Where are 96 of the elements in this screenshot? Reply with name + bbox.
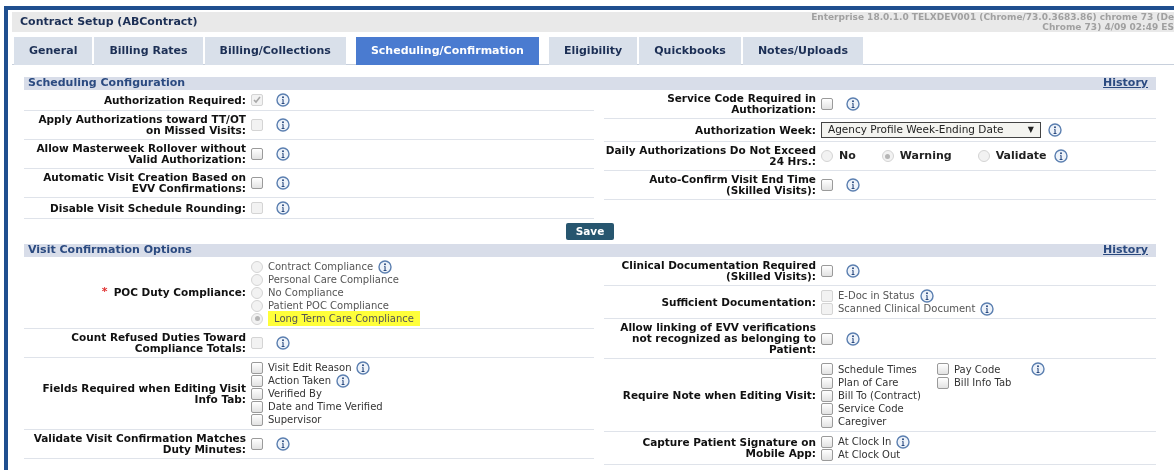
checkbox[interactable]: [251, 148, 263, 160]
option-label: No: [839, 147, 856, 164]
checkbox[interactable]: [937, 363, 949, 375]
checkbox[interactable]: [821, 179, 833, 191]
option-label: At Clock Out: [838, 448, 901, 462]
option-label: Supervisor: [268, 413, 322, 427]
version-text: Enterprise 18.0.1.0 TELXDEV001 (Chrome/73.0.3683.86) chrome 73 (De: [811, 12, 1174, 22]
checkbox[interactable]: [821, 402, 833, 415]
field-label: Automatic Visit Creation Based on EVV Confirmations:: [42, 172, 246, 194]
option-label: Long Term Care Compliance: [268, 311, 420, 326]
checkbox[interactable]: [821, 415, 833, 428]
info-icon[interactable]: [846, 178, 860, 192]
checkbox[interactable]: [821, 332, 833, 345]
info-icon[interactable]: [276, 437, 290, 451]
info-icon[interactable]: [336, 373, 350, 388]
info-icon[interactable]: [896, 434, 911, 449]
checkbox[interactable]: [251, 374, 263, 387]
option-label: Patient POC Compliance: [268, 299, 389, 313]
radio-button[interactable]: [977, 150, 990, 162]
option-label: Schedule Times: [838, 362, 917, 377]
checkbox[interactable]: [937, 376, 949, 389]
section-title: Visit Confirmation Options: [28, 242, 192, 259]
option-label: Validate: [995, 147, 1047, 164]
option-label: Plan of Care: [838, 376, 899, 390]
section-title: Scheduling Configuration: [28, 75, 186, 92]
tab[interactable]: Billing/Collections: [204, 37, 346, 65]
field-label: POC Duty Compliance:: [113, 287, 246, 298]
checkbox[interactable]: [251, 177, 263, 189]
option-label: Warning: [899, 147, 952, 164]
field-label: Fields Required when Editing Visit Info Tab:: [41, 382, 246, 405]
checkbox[interactable]: [821, 265, 833, 277]
tab[interactable]: Notes/Uploads: [742, 37, 863, 65]
tab[interactable]: Eligibility: [548, 37, 638, 65]
info-icon[interactable]: [846, 264, 860, 278]
field-label: Allow Masterweek Rollover without Valid Authorization:: [35, 143, 246, 165]
field-label: Validate Visit Confirmation Matches Duty Minutes:: [32, 433, 246, 455]
option-label: Verified By: [268, 387, 322, 401]
option-label: Bill To (Contract): [838, 389, 921, 403]
radio-button[interactable]: [881, 150, 894, 162]
info-icon[interactable]: [846, 97, 860, 111]
info-icon[interactable]: [1053, 149, 1068, 163]
tab[interactable]: Quickbooks: [639, 37, 741, 65]
info-icon[interactable]: [846, 331, 860, 346]
checkbox[interactable]: [251, 438, 263, 450]
field-label: Auto-Confirm Visit End Time (Skilled Visits):: [648, 174, 816, 196]
checkbox[interactable]: [821, 435, 833, 448]
checkbox[interactable]: [251, 413, 263, 426]
tab[interactable]: Scheduling/Confirmation: [355, 37, 539, 65]
checkbox[interactable]: [821, 376, 833, 389]
field-label: Count Refused Duties Toward Compliance Totals:: [70, 332, 246, 354]
field-label: Apply Authorizations toward TT/OT on Missed Visits:: [37, 114, 246, 136]
info-icon[interactable]: [1048, 123, 1062, 137]
checkbox[interactable]: [821, 363, 833, 375]
checkbox[interactable]: [821, 98, 833, 110]
checkbox[interactable]: [251, 361, 263, 374]
option-label: Caregiver: [838, 415, 887, 429]
required-asterisk: *: [101, 284, 108, 301]
field-label: Service Code Required in Authorization:: [666, 93, 816, 115]
field-label: Clinical Documentation Required (Skilled Visits):: [620, 260, 816, 282]
info-icon[interactable]: [276, 147, 290, 161]
history-link[interactable]: History: [1103, 242, 1148, 259]
option-label: Visit Edit Reason: [268, 361, 352, 375]
history-link[interactable]: History: [1103, 75, 1148, 92]
tab[interactable]: General: [14, 37, 93, 65]
field-label: Sufficient Documentation:: [661, 296, 816, 308]
field-label: Capture Patient Signature on Mobile App:: [641, 437, 816, 459]
field-label: Daily Authorizations Do Not Exceed 24 Hrs.:: [604, 145, 816, 167]
checkbox[interactable]: [251, 387, 263, 400]
option-label: Action Taken: [268, 374, 331, 388]
checkbox[interactable]: [821, 389, 833, 402]
field-label: Disable Visit Schedule Rounding:: [50, 202, 246, 214]
field-label: Authorization Week:: [695, 124, 816, 136]
radio-button[interactable]: [821, 150, 833, 162]
option-label: No Compliance: [268, 286, 344, 300]
option-label: Bill Info Tab: [954, 376, 1012, 390]
version-text: Chrome 73) 4/09 02:49 ES: [1042, 22, 1174, 32]
checkbox[interactable]: [251, 400, 263, 413]
option-label: Service Code: [838, 402, 904, 416]
option-label: Pay Code: [954, 362, 1001, 377]
option-label: Date and Time Verified: [268, 400, 383, 414]
info-icon[interactable]: [356, 360, 371, 375]
option-label: Scanned Clinical Document: [838, 302, 976, 316]
info-icon[interactable]: [1031, 362, 1046, 376]
option-label: E-Doc in Status: [838, 289, 915, 303]
field-label: Authorization Required:: [103, 94, 246, 106]
field-label: Allow linking of EVV verifications not recognized as belonging to Patient:: [619, 322, 816, 355]
option-label: At Clock In: [838, 435, 892, 449]
option-label: Personal Care Compliance: [268, 273, 399, 287]
option-label: Contract Compliance: [268, 260, 374, 274]
checkbox[interactable]: [821, 448, 833, 461]
tab[interactable]: Billing Rates: [94, 37, 203, 65]
dropdown[interactable]: Agency Profile Week-Ending Date ▼: [821, 122, 1041, 138]
info-icon[interactable]: [276, 176, 290, 190]
save-button[interactable]: Save: [565, 223, 615, 240]
window-title: Contract Setup (ABContract): [20, 14, 198, 30]
field-label: Require Note when Editing Visit:: [622, 389, 816, 401]
